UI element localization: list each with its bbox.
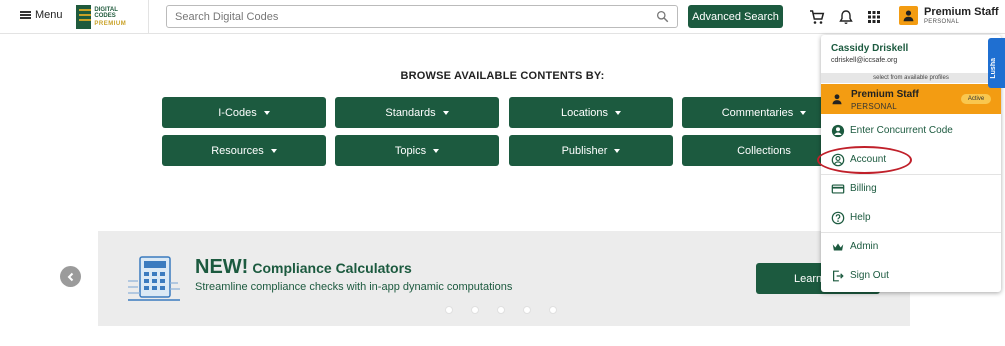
profile-name: Premium Staff — [924, 6, 999, 18]
caret-down-icon — [614, 148, 621, 153]
icc-logo-icon — [76, 4, 92, 29]
category-standards-button[interactable]: Standards — [335, 97, 499, 128]
category-label: Resources — [211, 144, 264, 157]
menu-label: Menu — [35, 9, 63, 21]
search-box — [166, 5, 678, 28]
logo-line2: PREMIUM — [94, 20, 127, 27]
menu-button[interactable]: Menu — [20, 9, 63, 21]
menu-divider — [821, 232, 1001, 233]
lusha-tab-label: Lusha — [990, 58, 997, 79]
menu-divider — [821, 174, 1001, 175]
caret-down-icon — [615, 110, 622, 115]
category-label: Collections — [737, 144, 791, 157]
active-profile-item[interactable]: Premium Staff PERSONAL Active — [821, 84, 1001, 114]
banner-title-new: NEW! — [195, 256, 249, 278]
category-locations-button[interactable]: Locations — [509, 97, 673, 128]
carousel-dot[interactable] — [549, 306, 557, 314]
category-label: Publisher — [561, 144, 608, 157]
category-publisher-button[interactable]: Publisher — [509, 135, 673, 166]
search-input[interactable] — [167, 6, 647, 27]
banner-title-rest: Compliance Calculators — [252, 260, 412, 276]
caret-down-icon — [800, 110, 807, 115]
credit-card-icon — [831, 184, 845, 194]
menu-item-label: Billing — [850, 183, 877, 194]
caret-down-icon — [442, 110, 449, 115]
calculator-illustration-icon — [128, 256, 180, 301]
help-item[interactable]: Help — [821, 205, 1001, 231]
logo[interactable]: DIGITAL CODES PREMIUM — [76, 3, 134, 30]
carousel-prev-button[interactable] — [60, 266, 81, 287]
hamburger-icon — [20, 11, 31, 19]
active-profile-name: Premium Staff — [851, 89, 919, 100]
category-label: Locations — [560, 106, 609, 119]
header-divider — [148, 0, 149, 34]
category-resources-button[interactable]: Resources — [162, 135, 326, 166]
active-profile-type: PERSONAL — [851, 102, 897, 111]
person-icon — [899, 6, 918, 25]
enter-concurrent-code-item[interactable]: Enter Concurrent Code — [821, 118, 1001, 144]
carousel-dot[interactable] — [445, 306, 453, 314]
category-label: Standards — [385, 106, 436, 119]
banner-title: NEW! Compliance Calculators — [195, 256, 412, 279]
category-label: I-Codes — [218, 106, 257, 119]
page: Menu DIGITAL CODES PREMIUM Advanced Sear… — [0, 0, 1005, 346]
carousel-dot[interactable] — [471, 306, 479, 314]
carousel-dots — [445, 306, 557, 314]
carousel-dot[interactable] — [523, 306, 531, 314]
banner-subtitle: Streamline compliance checks with in-app… — [195, 281, 513, 293]
category-label: Commentaries — [721, 106, 794, 119]
menu-item-label: Admin — [850, 241, 879, 252]
carousel-dot[interactable] — [497, 306, 505, 314]
caret-down-icon — [433, 148, 440, 153]
top-header: Menu DIGITAL CODES PREMIUM Advanced Sear… — [0, 0, 1005, 34]
category-i-codes-button[interactable]: I-Codes — [162, 97, 326, 128]
user-circle-icon — [831, 124, 845, 138]
cart-icon[interactable] — [809, 9, 825, 25]
bell-icon[interactable] — [838, 9, 854, 25]
dropdown-user-name: Cassidy Driskell — [831, 43, 909, 54]
dropdown-user-email: cdriskell@iccsafe.org — [831, 57, 898, 64]
apps-grid-icon[interactable] — [866, 9, 882, 25]
category-topics-button[interactable]: Topics — [335, 135, 499, 166]
admin-item[interactable]: Admin — [821, 234, 1001, 260]
chevron-left-icon — [67, 272, 73, 281]
menu-item-label: Sign Out — [850, 270, 889, 281]
category-label: Topics — [394, 144, 427, 157]
caret-down-icon — [263, 110, 270, 115]
caret-down-icon — [270, 148, 277, 153]
advanced-search-button[interactable]: Advanced Search — [688, 5, 783, 28]
help-icon — [831, 211, 845, 225]
profile-type: PERSONAL — [924, 19, 960, 25]
profile-button[interactable]: Premium Staff PERSONAL — [893, 0, 1005, 34]
crown-icon — [832, 243, 844, 251]
person-icon — [832, 94, 842, 105]
account-highlight-annotation — [817, 146, 912, 174]
menu-item-label: Enter Concurrent Code — [850, 125, 953, 136]
logo-line1: DIGITAL CODES — [94, 6, 118, 19]
menu-item-label: Help — [850, 212, 871, 223]
search-icon[interactable] — [656, 10, 669, 23]
active-badge: Active — [961, 94, 991, 104]
sign-out-icon — [833, 270, 844, 282]
sign-out-item[interactable]: Sign Out — [821, 263, 1001, 289]
profile-select-label: select from available profiles — [821, 73, 1001, 83]
billing-item[interactable]: Billing — [821, 176, 1001, 202]
